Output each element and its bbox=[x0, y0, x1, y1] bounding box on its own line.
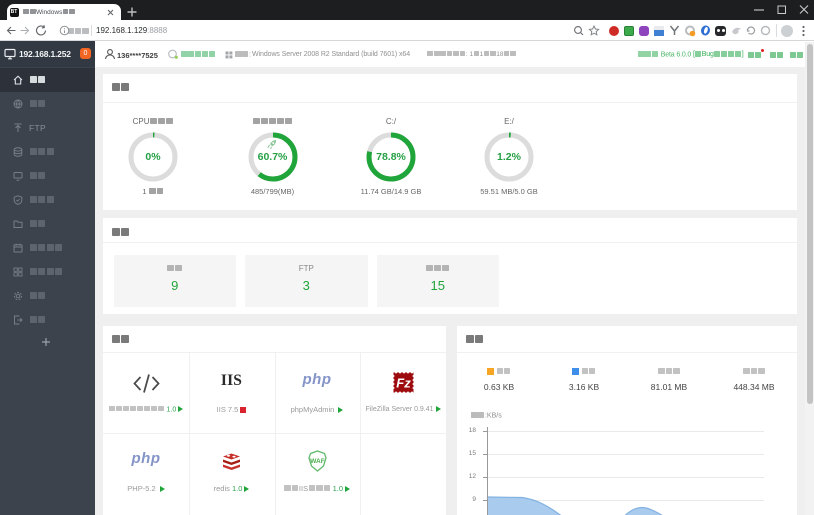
svg-text:Fz: Fz bbox=[396, 376, 411, 391]
svg-text:WAF: WAF bbox=[310, 458, 324, 465]
